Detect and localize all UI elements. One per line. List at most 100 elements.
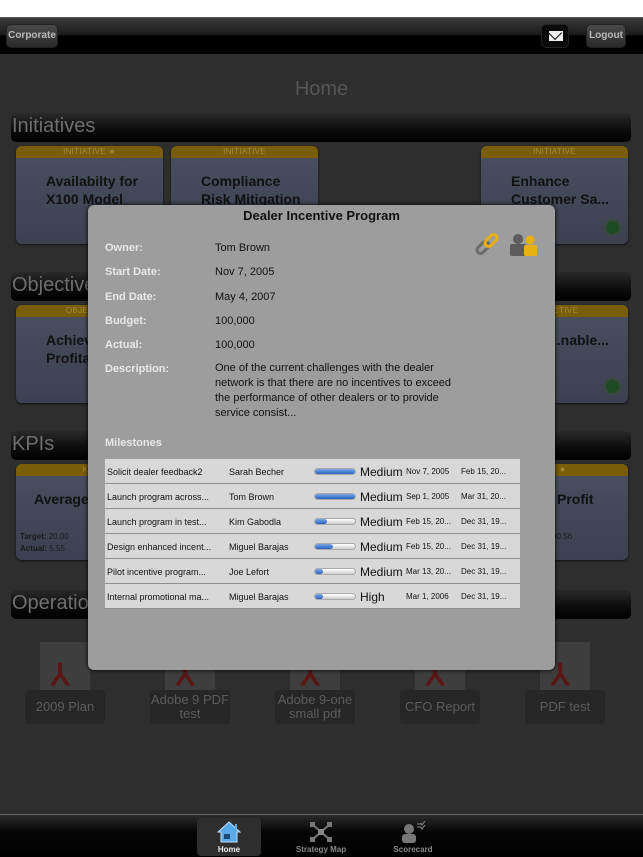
progress-fill — [315, 594, 323, 599]
description-value: One of the current challenges with the d… — [215, 362, 452, 419]
tab-strategy-map[interactable]: Strategy Map — [289, 818, 353, 856]
progress-fill — [315, 569, 323, 574]
card-header: INITIATIVE — [171, 146, 318, 158]
milestone-end-date: Dec 31, 19... — [461, 567, 507, 576]
milestone-owner: Kim Gabodla — [229, 517, 282, 527]
milestone-start-date: Nov 7, 2005 — [406, 467, 450, 476]
gauge-icon — [604, 378, 621, 395]
acrobat-icon: ⅄ — [51, 659, 70, 692]
progress-fill — [315, 494, 355, 499]
envelope-icon — [549, 31, 563, 41]
scorecard-icon — [402, 821, 426, 843]
milestone-row[interactable]: Launch program across... Tom Brown Medium S… — [105, 484, 520, 509]
milestone-start-date: Feb 15, 20... — [406, 542, 451, 551]
milestone-progress-bar — [314, 593, 356, 600]
milestone-end-date: Dec 31, 19... — [461, 542, 507, 551]
milestone-priority: Medium — [360, 540, 403, 554]
milestone-priority: Medium — [360, 465, 403, 479]
page-title: Home — [294, 78, 349, 100]
milestone-row[interactable]: Internal promotional ma... Miguel Barajas… — [105, 584, 520, 609]
card-header: INITIATIVE — [481, 146, 628, 158]
bottom-tab-bar: Home Strategy Map Scorecard — [0, 814, 643, 857]
owner-value: Tom Brown — [215, 242, 271, 254]
milestone-name: Internal promotional ma... — [107, 592, 210, 602]
start-date-label: Start Date: — [105, 266, 161, 278]
card-title: Compliance Risk Mitigation — [201, 173, 301, 207]
milestone-priority: High — [360, 590, 385, 604]
document-label: CFO Report — [400, 690, 480, 724]
logout-button[interactable]: Logout — [586, 24, 626, 48]
card-header: INITIATIVE ★ — [16, 146, 163, 158]
progress-fill — [315, 519, 327, 524]
milestone-name: Design enhanced incent... — [107, 542, 212, 552]
tab-label: Home — [217, 845, 241, 854]
strategy-map-icon — [310, 822, 332, 842]
milestone-row[interactable]: Solicit dealer feedback2 Sarah Becher Medi… — [105, 459, 520, 484]
milestone-row[interactable]: Pilot incentive program... Joe Lefort Medi… — [105, 559, 520, 584]
milestone-end-date: Dec 31, 19... — [461, 592, 507, 601]
milestone-end-date: Dec 31, 19... — [461, 517, 507, 526]
corporate-button[interactable]: Corporate — [6, 24, 58, 48]
target-label: Target: — [20, 532, 47, 541]
tab-label: Strategy Map — [295, 845, 347, 854]
milestone-owner: Sarah Becher — [229, 467, 285, 477]
actual-value: 5.55 — [49, 544, 65, 553]
people-icon[interactable] — [508, 232, 540, 258]
mail-button[interactable] — [541, 24, 569, 48]
kpi-actual: Actual: 5.55 — [20, 544, 65, 553]
home-icon — [217, 821, 241, 843]
initiative-detail-popover: Dealer Incentive Program Owner: Tom Brow… — [88, 205, 555, 670]
target-value: 20.00 — [48, 532, 69, 541]
tab-scorecard[interactable]: Scorecard — [381, 818, 445, 856]
milestone-priority: Medium — [360, 515, 403, 529]
modal-title: Dealer Incentive Program — [243, 208, 400, 223]
section-initiatives: Initiatives — [11, 113, 631, 142]
milestone-priority: Medium — [360, 490, 403, 504]
tab-home[interactable]: Home — [197, 818, 261, 856]
milestone-progress-bar — [314, 468, 356, 475]
document-label: Adobe 9-one small pdf — [275, 690, 355, 724]
milestone-start-date: Mar 13, 20... — [406, 567, 451, 576]
milestone-row[interactable]: Design enhanced incent... Miguel Barajas M… — [105, 534, 520, 559]
milestone-name: Pilot incentive program... — [107, 567, 207, 577]
milestone-start-date: Mar 1, 2006 — [406, 592, 449, 601]
gauge-icon — [604, 219, 621, 236]
milestone-end-date: Mar 31, 20... — [461, 492, 506, 501]
budget-value: 100,000 — [215, 315, 255, 327]
milestone-start-date: Feb 15, 20... — [406, 517, 451, 526]
milestone-name: Launch program in test... — [107, 517, 207, 527]
milestones-heading: Milestones — [105, 437, 162, 449]
document-label: 2009 Plan — [25, 690, 105, 724]
actual-label: Actual: — [20, 544, 48, 553]
milestone-progress-bar — [314, 493, 356, 500]
top-navbar: Corporate Logout — [0, 17, 643, 54]
milestone-start-date: Sep 1, 2005 — [406, 492, 450, 501]
milestones-table: Solicit dealer feedback2 Sarah Becher Medi… — [105, 459, 520, 609]
progress-fill — [315, 544, 333, 549]
kpi-target: Target: 20.00 — [20, 532, 69, 541]
milestone-end-date: Feb 15, 20... — [461, 467, 506, 476]
milestone-progress-bar — [314, 518, 356, 525]
owner-label: Owner: — [105, 242, 143, 254]
card-title: Enhance Customer Sa... — [511, 173, 610, 207]
milestone-progress-bar — [314, 543, 356, 550]
end-date-label: End Date: — [105, 291, 157, 303]
milestone-owner: Tom Brown — [229, 492, 275, 502]
link-icon[interactable] — [473, 232, 501, 258]
milestone-name: Solicit dealer feedback2 — [107, 467, 203, 477]
milestone-row[interactable]: Launch program in test... Kim Gabodla Medi… — [105, 509, 520, 534]
card-title: Availabilty for X100 Model — [46, 173, 139, 207]
document-label: Adobe 9 PDF test — [150, 690, 230, 724]
description-label: Description: — [105, 363, 170, 375]
milestone-name: Launch program across... — [107, 492, 210, 502]
document-label: PDF test — [525, 690, 605, 724]
actual-value: 100,000 — [215, 339, 255, 351]
actual-label: Actual: — [105, 339, 143, 351]
milestone-owner: Miguel Barajas — [229, 592, 289, 602]
milestone-progress-bar — [314, 568, 356, 575]
end-date-value: May 4, 2007 — [215, 291, 276, 303]
milestone-owner: Joe Lefort — [229, 567, 270, 577]
tab-label: Scorecard — [393, 845, 433, 854]
start-date-value: Nov 7, 2005 — [215, 266, 275, 278]
budget-label: Budget: — [105, 315, 147, 327]
